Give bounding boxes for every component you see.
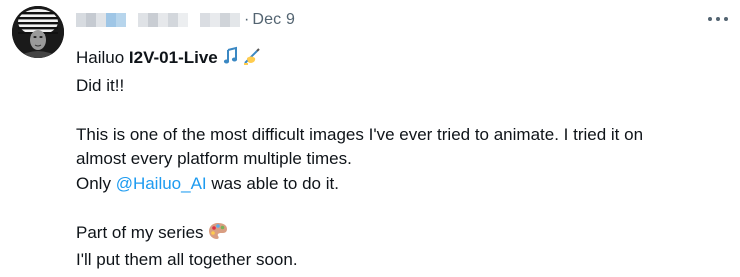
tweet: · Dec 9 Hailuo I2V-01-Live Did it!! This… — [0, 0, 740, 277]
tweet-line-5-post: was able to do it. — [206, 173, 339, 193]
tweet-header: · Dec 9 — [76, 9, 295, 31]
music-notes-icon — [222, 46, 242, 74]
tweet-line-1: Hailuo I2V-01-Live — [76, 46, 736, 74]
tweet-line-4: almost every platform multiple times. — [76, 149, 352, 168]
avatar[interactable] — [12, 6, 64, 58]
tweet-date[interactable]: Dec 9 — [252, 11, 295, 29]
artist-palette-icon — [208, 221, 228, 249]
tweet-line-1-bold: I2V-01-Live — [128, 48, 218, 67]
tweet-text: Hailuo I2V-01-Live Did it!! This is one … — [76, 46, 736, 273]
redacted-username[interactable] — [76, 11, 240, 29]
tweet-line-6-text: Part of my series — [76, 222, 204, 242]
more-options-icon[interactable] — [708, 14, 728, 24]
avatar-image — [12, 6, 64, 58]
header-separator: · — [244, 11, 250, 28]
tweet-line-3: This is one of the most difficult images… — [76, 124, 644, 144]
tweet-line-5: Only @Hailuo_AI was able to do it. — [76, 172, 736, 197]
mention-link[interactable]: @Hailuo_AI — [116, 174, 207, 193]
writing-hand-icon — [242, 46, 262, 74]
tweet-line-6: Part of my series — [76, 221, 736, 249]
tweet-line-2: Did it!! — [76, 75, 125, 95]
tweet-line-5-pre: Only — [76, 173, 116, 193]
tweet-line-7: I'll put them all together soon. — [76, 250, 298, 269]
tweet-line-1-plain: Hailuo — [76, 48, 129, 67]
